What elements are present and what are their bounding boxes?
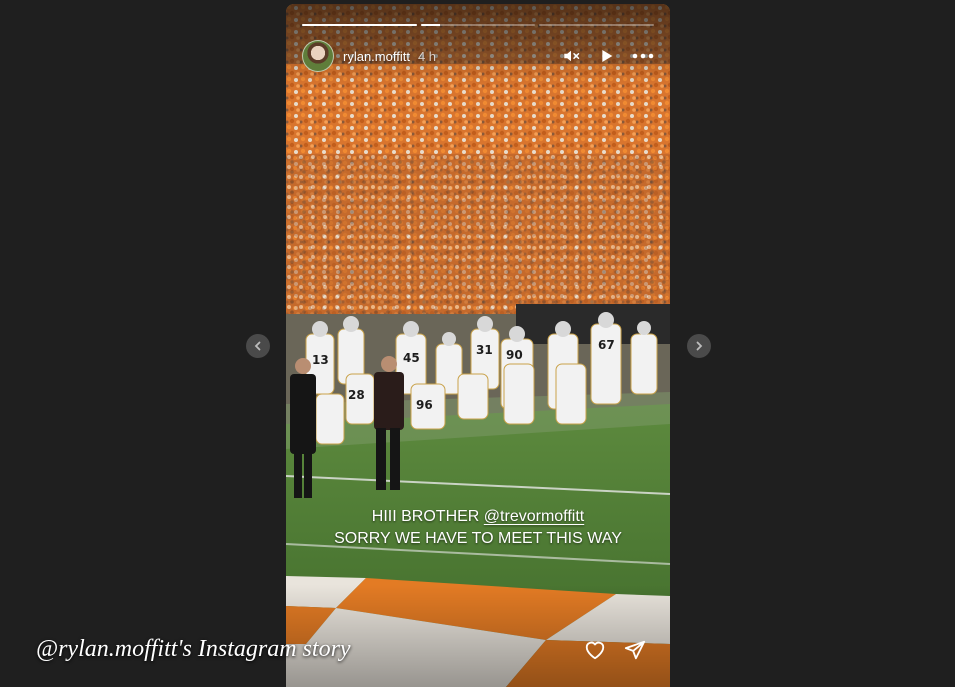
story-controls — [560, 45, 654, 67]
story-text-overlay: HIII BROTHER @trevormoffitt SORRY WE HAV… — [286, 506, 670, 550]
timestamp: 4 h — [417, 48, 437, 64]
avatar[interactable] — [302, 40, 334, 72]
speaker-muted-icon[interactable] — [560, 45, 582, 67]
story-viewer[interactable]: 13 45 31 90 67 28 96 rylan.moffitt 4 h — [286, 4, 670, 687]
more-dots-icon[interactable] — [632, 45, 654, 67]
story-progress-bar — [302, 24, 655, 26]
story-photo: 13 45 31 90 67 28 96 — [286, 4, 670, 687]
progress-segment — [539, 24, 655, 26]
progress-segment — [420, 24, 536, 26]
progress-segment — [302, 24, 417, 26]
heart-outline-icon[interactable] — [584, 639, 606, 661]
greeting-text: HIII BROTHER — [371, 508, 484, 525]
story-header: rylan.moffitt 4 h — [302, 38, 654, 74]
paper-plane-icon[interactable] — [624, 639, 646, 661]
chevron-left-icon[interactable] — [246, 334, 270, 358]
username-link[interactable]: rylan.moffitt — [343, 49, 410, 64]
chevron-right-icon[interactable] — [687, 334, 711, 358]
image-caption: @rylan.moffitt's Instagram story — [36, 636, 351, 662]
mention-link[interactable]: @trevormoffitt — [484, 508, 584, 525]
story-actions — [584, 639, 646, 661]
play-icon[interactable] — [596, 45, 618, 67]
message-text: SORRY WE HAVE TO MEET THIS WAY — [334, 530, 622, 547]
